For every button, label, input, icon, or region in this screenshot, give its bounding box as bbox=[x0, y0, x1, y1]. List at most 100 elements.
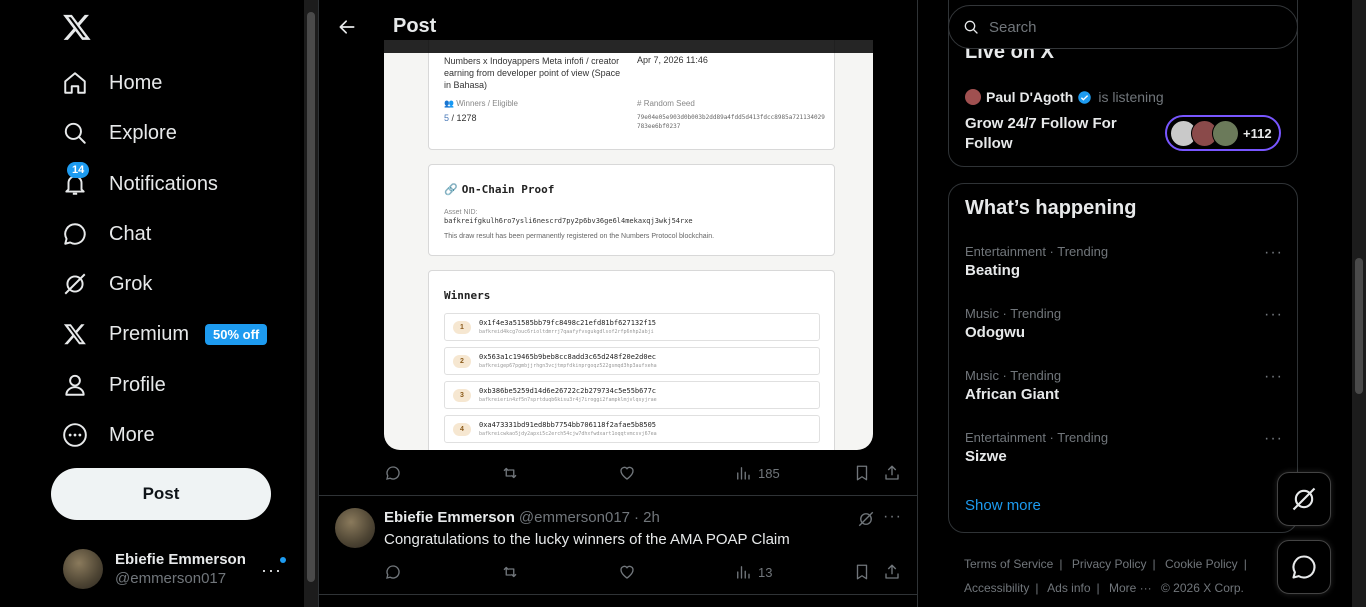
bookmark-button[interactable] bbox=[853, 464, 871, 482]
winner-rank: 4 bbox=[453, 423, 471, 436]
x-logo-icon[interactable] bbox=[62, 12, 92, 42]
footer-link-terms[interactable]: Terms of Service bbox=[964, 557, 1053, 571]
messages-fab-button[interactable] bbox=[1277, 540, 1331, 594]
nav-profile[interactable]: Profile bbox=[52, 363, 176, 407]
page-scrollbar-thumb[interactable] bbox=[1355, 258, 1363, 394]
trend-item[interactable]: Entertainment · Trending Beating ··· bbox=[965, 244, 1283, 279]
whats-happening-card: What’s happening Entertainment · Trendin… bbox=[948, 183, 1298, 533]
winners-card: Winners 1 0x1f4e3a51585bb79fc8498c21efd8… bbox=[428, 270, 835, 450]
nav-more[interactable]: More bbox=[52, 413, 165, 457]
nav-chat[interactable]: Chat bbox=[52, 212, 161, 256]
winner-rank: 1 bbox=[453, 321, 471, 334]
like-button[interactable] bbox=[618, 563, 636, 581]
compose-post-button[interactable]: Post bbox=[51, 468, 271, 520]
space-listeners-pill[interactable]: +112 bbox=[1165, 115, 1281, 151]
trend-item[interactable]: Entertainment · Trending Sizwe ··· bbox=[965, 430, 1283, 465]
listener-count: +112 bbox=[1243, 125, 1272, 141]
search-placeholder: Search bbox=[989, 18, 1037, 36]
verified-badge-icon bbox=[1078, 90, 1092, 104]
page-title: Post bbox=[393, 15, 437, 37]
nav-profile-label: Profile bbox=[109, 373, 166, 396]
winner-address: 0xb386be5259d14d6e26722c2b279734c5e55b67… bbox=[479, 387, 657, 395]
views-button[interactable]: 13 bbox=[734, 563, 772, 581]
nav-notifications-label: Notifications bbox=[109, 172, 218, 195]
nav-home[interactable]: Home bbox=[52, 61, 172, 105]
reply-text: Congratulations to the lucky winners of … bbox=[384, 531, 790, 548]
nav-premium-label: Premium bbox=[109, 322, 190, 345]
like-button[interactable] bbox=[618, 464, 636, 482]
nav-more-label: More bbox=[109, 423, 155, 446]
nav-notifications[interactable]: 14 Notifications bbox=[52, 162, 228, 206]
grok-icon[interactable] bbox=[857, 510, 875, 528]
winner-nid: bafkreierin4zf5n7sprtduqb6kisu3r4j7irogg… bbox=[479, 397, 657, 403]
footer-link-privacy[interactable]: Privacy Policy bbox=[1072, 557, 1147, 571]
reply-time[interactable]: · 2h bbox=[634, 509, 660, 526]
reply-author-handle[interactable]: @emmerson017 bbox=[519, 509, 630, 526]
winner-nid: bafkreigep67pgmbjjrhgn3vcjtmpfdkinprgoqz… bbox=[479, 363, 657, 369]
back-arrow-icon[interactable] bbox=[337, 17, 357, 37]
trend-category: Entertainment · Trending bbox=[965, 430, 1109, 445]
proof-note: This draw result has been permanently re… bbox=[444, 233, 715, 240]
avatar[interactable] bbox=[335, 508, 375, 548]
grok-icon bbox=[1292, 487, 1316, 511]
grok-fab-button[interactable] bbox=[1277, 472, 1331, 526]
draw-topic: Numbers x Indoyappers Meta infofi / crea… bbox=[444, 56, 621, 90]
people-icon: 👥 bbox=[444, 99, 454, 108]
asset-nid-label: Asset NID: bbox=[444, 209, 478, 216]
account-switcher[interactable]: Ebiefie Emmerson @emmerson017 ··· bbox=[52, 540, 292, 598]
nav-chat-label: Chat bbox=[109, 222, 152, 245]
post-header: Post bbox=[319, 0, 917, 53]
hash-icon: # bbox=[637, 99, 642, 108]
footer-link-more[interactable]: More ··· bbox=[1109, 581, 1152, 595]
more-horizontal-icon[interactable]: ··· bbox=[1264, 368, 1283, 386]
footer-separator: | bbox=[1035, 581, 1039, 595]
seed-label-text: Random Seed bbox=[643, 99, 695, 108]
share-button[interactable] bbox=[883, 563, 901, 581]
chat-icon bbox=[1292, 555, 1316, 579]
winner-rank: 3 bbox=[453, 389, 471, 402]
show-more-link[interactable]: Show more bbox=[965, 497, 1041, 514]
left-scrollbar[interactable] bbox=[304, 0, 318, 607]
search-input[interactable]: Search bbox=[948, 5, 1298, 49]
trend-item[interactable]: Music · Trending African Giant ··· bbox=[965, 368, 1283, 403]
reply-button[interactable] bbox=[384, 464, 402, 482]
heart-icon bbox=[620, 565, 634, 579]
reply-header: Ebiefie Emmerson @emmerson017 · 2h bbox=[384, 509, 660, 526]
footer-link-cookies[interactable]: Cookie Policy bbox=[1165, 557, 1238, 571]
nav-premium[interactable]: Premium 50% off bbox=[52, 312, 277, 356]
trend-item[interactable]: Music · Trending Odogwu ··· bbox=[965, 306, 1283, 341]
more-horizontal-icon[interactable]: ··· bbox=[1264, 244, 1283, 262]
share-button[interactable] bbox=[883, 464, 901, 482]
avatar bbox=[965, 89, 981, 105]
nav-explore[interactable]: Explore bbox=[52, 111, 187, 155]
divider bbox=[319, 594, 917, 595]
more-horizontal-icon[interactable]: ··· bbox=[883, 508, 902, 526]
footer-link-ads-info[interactable]: Ads info bbox=[1047, 581, 1090, 595]
bookmark-button[interactable] bbox=[853, 563, 871, 581]
more-circle-icon bbox=[62, 422, 88, 448]
repost-icon bbox=[503, 467, 517, 479]
nav-grok[interactable]: Grok bbox=[52, 262, 162, 306]
winners-count: 5 bbox=[444, 113, 450, 123]
more-horizontal-icon[interactable]: ··· bbox=[1264, 306, 1283, 324]
views-count: 13 bbox=[758, 564, 773, 580]
page-scrollbar[interactable] bbox=[1352, 0, 1366, 607]
grok-icon bbox=[62, 271, 88, 297]
space-title[interactable]: Grow 24/7 Follow For Follow bbox=[965, 114, 1155, 154]
trend-category: Music · Trending bbox=[965, 368, 1062, 383]
left-sidebar: Home Explore 14 Notifications Chat Grok … bbox=[0, 0, 304, 607]
reply-button[interactable] bbox=[384, 563, 402, 581]
footer-link-accessibility[interactable]: Accessibility bbox=[964, 581, 1029, 595]
left-scrollbar-thumb[interactable] bbox=[307, 12, 315, 582]
more-horizontal-icon[interactable]: ··· bbox=[1264, 430, 1283, 448]
person-icon bbox=[62, 372, 88, 398]
chat-icon bbox=[62, 221, 88, 247]
repost-button[interactable] bbox=[501, 464, 519, 482]
winners-eligible-value: 5 / 1278 bbox=[444, 113, 477, 123]
repost-button[interactable] bbox=[501, 563, 519, 581]
post-media-image[interactable]: Numbers x Indoyappers Meta infofi / crea… bbox=[384, 40, 873, 450]
live-listener[interactable]: Paul D'Agoth is listening bbox=[965, 89, 1164, 105]
more-horizontal-icon[interactable]: ··· bbox=[261, 560, 282, 581]
reply-author-name[interactable]: Ebiefie Emmerson bbox=[384, 509, 515, 526]
views-button[interactable]: 185 bbox=[734, 464, 780, 482]
